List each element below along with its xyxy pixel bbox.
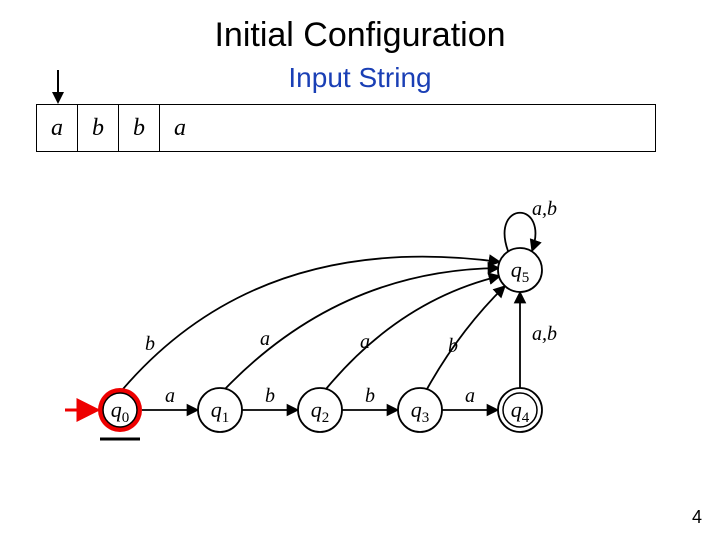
edge-q2-q5 xyxy=(326,276,500,389)
input-tape: a b b a xyxy=(36,104,656,152)
edge-label: b xyxy=(265,385,275,407)
edge-label: a xyxy=(465,385,475,407)
edge-label: a xyxy=(165,385,175,407)
tape-cell: a xyxy=(160,105,200,151)
edge-label: b xyxy=(365,385,375,407)
state-q2: q2 xyxy=(298,388,342,432)
tape-cell: b xyxy=(78,105,119,151)
page-number: 4 xyxy=(692,507,702,528)
edge-q0-q5 xyxy=(123,257,500,389)
edge-label: a xyxy=(260,328,270,350)
edge-label: a,b xyxy=(532,198,557,220)
edge-q5-q5 xyxy=(505,213,536,251)
state-q3: q3 xyxy=(398,388,442,432)
state-q1: q1 xyxy=(198,388,242,432)
tape-cell: a xyxy=(37,105,78,151)
edge-q3-q5 xyxy=(427,286,505,389)
state-q5: q5 xyxy=(498,248,542,292)
edge-label: b xyxy=(448,335,458,357)
tape-cell: b xyxy=(119,105,160,151)
automaton-diagram: a b b a b a a b a,b a,b q0 q1 q2 q3 xyxy=(60,180,620,480)
edge-label: a xyxy=(360,331,370,353)
tape-head-arrow-icon xyxy=(48,70,68,104)
slide-title: Initial Configuration xyxy=(0,16,720,55)
edge-label: a,b xyxy=(532,323,557,345)
state-q0: q0 xyxy=(98,388,142,432)
slide-subtitle: Input String xyxy=(0,62,720,94)
edge-label: b xyxy=(145,333,155,355)
state-q4: q4 xyxy=(498,388,542,432)
